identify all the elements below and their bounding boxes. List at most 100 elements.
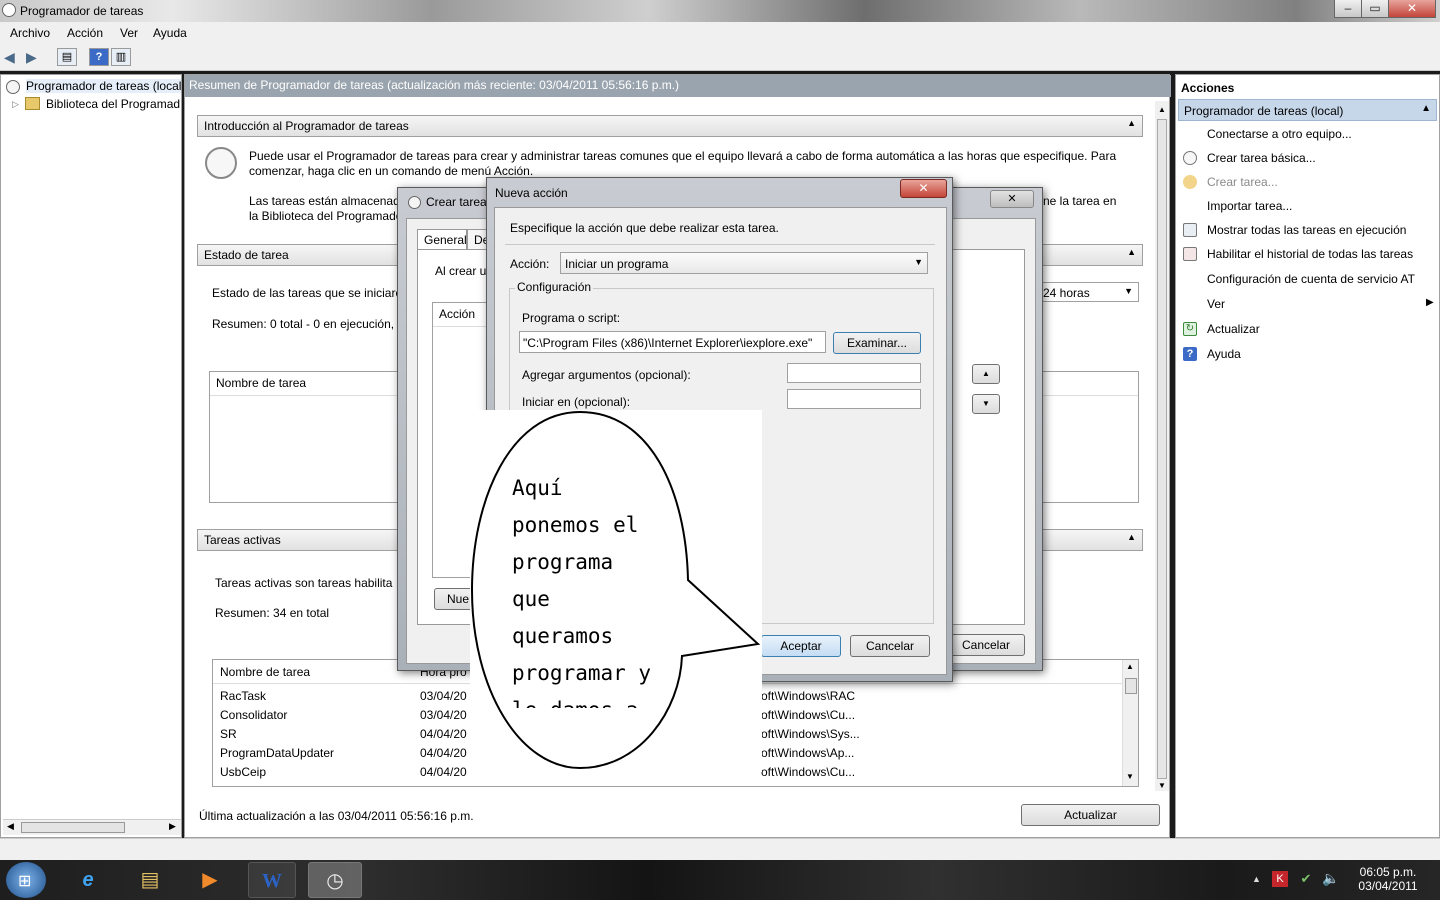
arguments-input[interactable] <box>787 363 921 383</box>
folder-icon <box>25 97 40 110</box>
internet-explorer-icon[interactable]: e <box>64 862 112 898</box>
instruction-text: Especifique la acción que debe realizar … <box>510 221 779 235</box>
clock-icon <box>6 80 20 94</box>
action-view[interactable]: Ver <box>1207 297 1225 311</box>
media-player-icon[interactable]: ▶ <box>186 862 234 898</box>
action-refresh[interactable]: Actualizar <box>1207 322 1260 336</box>
chevron-down-icon: ▼ <box>914 257 923 267</box>
column-header-name[interactable]: Nombre de tarea <box>220 665 310 679</box>
action-select[interactable]: Iniciar un programa ▼ <box>560 252 928 274</box>
bubble-text: Aquí ponemos el programa que queramos pr… <box>512 470 687 708</box>
panel-description: Al crear u <box>435 264 487 278</box>
close-button[interactable]: ✕ <box>990 190 1034 208</box>
clock-icon <box>408 196 421 209</box>
expand-arrow-icon[interactable]: ▷ <box>12 99 19 110</box>
move-down-icon[interactable]: ▼ <box>972 394 1000 414</box>
start-button[interactable]: ⊞ <box>6 862 46 898</box>
start-in-input[interactable] <box>787 389 921 409</box>
menu-ayuda[interactable]: Ayuda <box>153 26 187 40</box>
refresh-button[interactable]: Actualizar <box>1021 804 1160 826</box>
tab-general[interactable]: General <box>417 229 467 249</box>
folder-icon[interactable]: ▤ <box>126 862 174 898</box>
navigation-tree: Programador de tareas (local ▷ Bibliotec… <box>0 74 182 838</box>
forward-arrow-icon[interactable]: ▶ <box>26 49 37 66</box>
maximize-button[interactable]: ▭ <box>1361 0 1389 18</box>
action-at-account[interactable]: Configuración de cuenta de servicio AT <box>1207 272 1415 286</box>
scroll-thumb[interactable] <box>21 822 125 833</box>
toolbar: ◀ ▶ ▤ ? ▥ <box>0 44 1440 71</box>
collapse-icon[interactable]: ▲ <box>1127 247 1136 257</box>
active-description: Tareas activas son tareas habilita <box>215 576 393 590</box>
tree-item-library[interactable]: Biblioteca del Programad <box>46 97 181 111</box>
back-arrow-icon[interactable]: ◀ <box>4 49 15 66</box>
config-label: Configuración <box>515 280 594 294</box>
actions-group-header[interactable]: Programador de tareas (local) ▲ <box>1178 99 1437 121</box>
close-button[interactable]: ✕ <box>1388 0 1436 18</box>
close-button[interactable]: ✕ <box>900 179 947 198</box>
collapse-icon[interactable]: ▲ <box>1127 532 1136 542</box>
show-action-pane-icon[interactable]: ▥ <box>111 48 131 66</box>
word-icon[interactable]: W <box>248 862 296 898</box>
ok-button[interactable]: Aceptar <box>761 635 841 657</box>
refresh-icon: ↻ <box>1183 322 1197 336</box>
clock-icon <box>205 147 237 179</box>
clock[interactable]: 06:05 p.m. 03/04/2011 <box>1348 865 1428 893</box>
vertical-scrollbar[interactable]: ▲ ▼ <box>1122 660 1138 786</box>
section-title: Tareas activas <box>204 533 281 547</box>
window-title: Programador de tareas <box>20 4 144 18</box>
minimize-button[interactable]: – <box>1334 0 1362 18</box>
bubble-line: que <box>512 587 550 611</box>
cancel-button[interactable]: Cancelar <box>850 635 930 657</box>
horizontal-scrollbar[interactable]: ◀ ▶ <box>3 819 181 835</box>
volume-icon[interactable]: 🔈 <box>1322 870 1339 887</box>
tree-item-root[interactable]: Programador de tareas (local <box>26 79 181 93</box>
safely-remove-icon[interactable]: ✔ <box>1298 871 1314 887</box>
collapse-icon[interactable]: ▲ <box>1127 118 1136 128</box>
window-title-bar: Programador de tareas – ▭ ✕ <box>0 0 1440 22</box>
cell-name: UsbCeip <box>220 765 267 779</box>
intro-paragraph: Puede usar el Programador de tareas para… <box>249 149 1117 178</box>
action-import[interactable]: Importar tarea... <box>1207 199 1292 213</box>
cell-location: oft\Windows\Ap... <box>761 746 855 760</box>
action-show-running[interactable]: Mostrar todas las tareas en ejecución <box>1207 223 1406 237</box>
bubble-line: programar y <box>512 661 652 685</box>
menu-ver[interactable]: Ver <box>120 26 138 40</box>
menu-archivo[interactable]: Archivo <box>10 26 50 40</box>
status-period-select[interactable]: 24 horas ▼ <box>1037 282 1139 302</box>
scroll-down-icon[interactable]: ▼ <box>1158 781 1166 790</box>
show-tree-icon[interactable]: ▤ <box>57 48 77 66</box>
menu-accion[interactable]: Acción <box>67 26 103 40</box>
action-connect[interactable]: Conectarse a otro equipo... <box>1207 127 1352 141</box>
action-enable-history[interactable]: Habilitar el historial de todas las tare… <box>1207 247 1413 261</box>
scroll-down-icon[interactable]: ▼ <box>1126 772 1134 781</box>
section-title: Estado de tarea <box>204 248 289 262</box>
browse-button[interactable]: Examinar... <box>833 332 921 354</box>
move-up-icon[interactable]: ▲ <box>972 364 1000 384</box>
action-create-basic[interactable]: Crear tarea básica... <box>1207 151 1316 165</box>
arguments-label: Agregar argumentos (opcional): <box>522 368 691 382</box>
action-help[interactable]: Ayuda <box>1207 347 1241 361</box>
collapse-icon[interactable]: ▲ <box>1421 103 1431 114</box>
status-period-value: 24 horas <box>1043 286 1090 300</box>
dialog-title: Nueva acción <box>495 186 568 200</box>
last-update-text: Última actualización a las 03/04/2011 05… <box>199 809 474 823</box>
taskbar: ⊞ e ▤ ▶ W ◷ ▲ K ✔ 🔈 06:05 p.m. 03/04/201… <box>0 860 1440 900</box>
antivirus-icon[interactable]: K <box>1272 871 1288 887</box>
scroll-up-icon[interactable]: ▲ <box>1126 662 1134 671</box>
scroll-thumb[interactable] <box>1157 119 1167 779</box>
cancel-button[interactable]: Cancelar <box>947 634 1025 656</box>
scroll-left-icon[interactable]: ◀ <box>7 821 14 832</box>
scroll-right-icon[interactable]: ▶ <box>169 821 176 832</box>
show-hidden-icons-icon[interactable]: ▲ <box>1252 874 1261 884</box>
action-create-task[interactable]: Crear tarea... <box>1207 175 1278 189</box>
scroll-up-icon[interactable]: ▲ <box>1158 105 1166 114</box>
task-scheduler-icon[interactable]: ◷ <box>308 862 362 898</box>
cell-location: oft\Windows\Cu... <box>761 765 856 779</box>
program-input[interactable]: "C:\Program Files (x86)\Internet Explore… <box>519 331 826 353</box>
clock-icon <box>1183 175 1197 189</box>
action-select-value: Iniciar un programa <box>565 257 669 271</box>
section-intro-header[interactable]: Introducción al Programador de tareas ▲ <box>197 115 1143 137</box>
help-icon[interactable]: ? <box>89 48 109 66</box>
vertical-scrollbar[interactable]: ▲ ▼ <box>1155 101 1169 791</box>
scroll-thumb[interactable] <box>1125 678 1137 694</box>
